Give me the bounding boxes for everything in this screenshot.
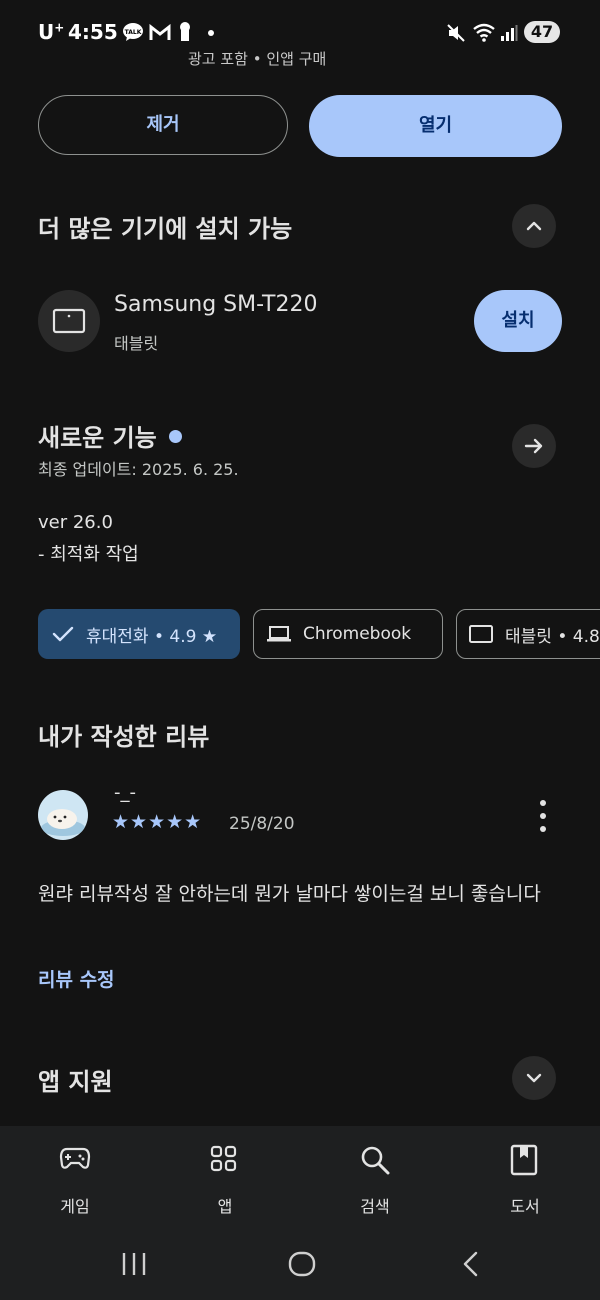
chevron-down-icon: [526, 1073, 542, 1083]
tablet-icon: [52, 308, 86, 334]
chip-phone[interactable]: 휴대전화 • 4.9 ★: [38, 609, 240, 659]
chip-tablet-label: 태블릿 • 4.8: [505, 626, 600, 647]
nav-apps-label: 앱: [217, 1197, 233, 1216]
uninstall-button[interactable]: 제거: [38, 95, 288, 155]
nav-apps[interactable]: 앱: [165, 1126, 285, 1226]
my-review-title: 내가 작성한 리뷰: [38, 723, 210, 751]
mute-icon: [446, 23, 466, 43]
nav-games-label: 게임: [60, 1197, 90, 1216]
whats-new-title: 새로운 기능: [38, 418, 182, 453]
nav-books-label: 도서: [510, 1197, 540, 1216]
reviewer-name: -_-: [114, 782, 136, 803]
search-icon: [361, 1146, 390, 1175]
gmail-icon: [149, 24, 171, 41]
new-indicator-dot: [168, 430, 182, 443]
chip-chromebook-label: Chromebook: [303, 624, 412, 644]
wifi-icon: [472, 22, 496, 42]
gamepad-icon: [59, 1147, 91, 1169]
expand-button[interactable]: [512, 1056, 556, 1100]
device-type: 태블릿: [114, 334, 159, 353]
system-nav-bar: [0, 1226, 600, 1300]
seal-avatar-icon: [38, 790, 88, 840]
star-rating: ★★★★★: [112, 811, 203, 833]
device-name: Samsung SM-T220: [114, 292, 318, 317]
notification-dot-icon: [208, 30, 214, 36]
install-button[interactable]: 설치: [474, 290, 562, 352]
carrier-label: U+: [38, 20, 65, 44]
release-notes: ver 26.0 - 최적화 작업: [38, 512, 139, 565]
signal-icon: [500, 24, 518, 42]
more-options-button[interactable]: [530, 800, 556, 832]
nav-search[interactable]: 검색: [315, 1126, 435, 1226]
avatar: [38, 790, 88, 840]
whats-new-arrow-button[interactable]: [512, 424, 556, 468]
apps-grid-icon: [210, 1145, 237, 1172]
nav-games[interactable]: 게임: [15, 1126, 135, 1226]
edit-review-link[interactable]: 리뷰 수정: [38, 965, 115, 992]
open-button[interactable]: 열기: [309, 95, 562, 157]
last-updated: 최종 업데이트: 2025. 6. 25.: [38, 460, 239, 479]
nav-search-label: 검색: [360, 1197, 390, 1216]
bottom-nav: 게임 앱 검색 도서: [0, 1126, 600, 1226]
talk-icon: TALK: [122, 22, 144, 42]
home-icon[interactable]: [288, 1250, 316, 1278]
app-support-title: 앱 지원: [38, 1068, 113, 1096]
collapse-button[interactable]: [512, 204, 556, 248]
battery-indicator: 47: [524, 21, 560, 43]
arrow-right-icon: [524, 438, 543, 454]
recent-apps-icon[interactable]: [120, 1250, 148, 1278]
clock: 4:55: [68, 20, 118, 44]
book-icon: [510, 1144, 538, 1176]
check-icon: [52, 626, 74, 642]
nav-books[interactable]: 도서: [465, 1126, 585, 1226]
review-date: 25/8/20: [229, 814, 295, 834]
laptop-icon: [267, 626, 291, 642]
chip-phone-label: 휴대전화 • 4.9 ★: [86, 626, 218, 647]
chip-tablet[interactable]: 태블릿 • 4.8: [456, 609, 600, 659]
chevron-up-icon: [526, 221, 542, 231]
ads-inapp-label: 광고 포함 • 인앱 구매: [188, 50, 327, 68]
keyhole-icon: [178, 21, 192, 43]
device-avatar: [38, 290, 100, 352]
svg-text:TALK: TALK: [125, 29, 142, 36]
whats-new-label: 새로운 기능: [38, 424, 157, 452]
review-text: 원랴 리뷰작성 잘 안하는데 뭔가 날마다 쌓이는걸 보니 좋습니다: [38, 883, 541, 905]
more-devices-title: 더 많은 기기에 설치 가능: [38, 215, 293, 243]
chip-chromebook[interactable]: Chromebook: [253, 609, 443, 659]
back-icon[interactable]: [458, 1250, 486, 1278]
tablet-icon: [469, 625, 493, 643]
